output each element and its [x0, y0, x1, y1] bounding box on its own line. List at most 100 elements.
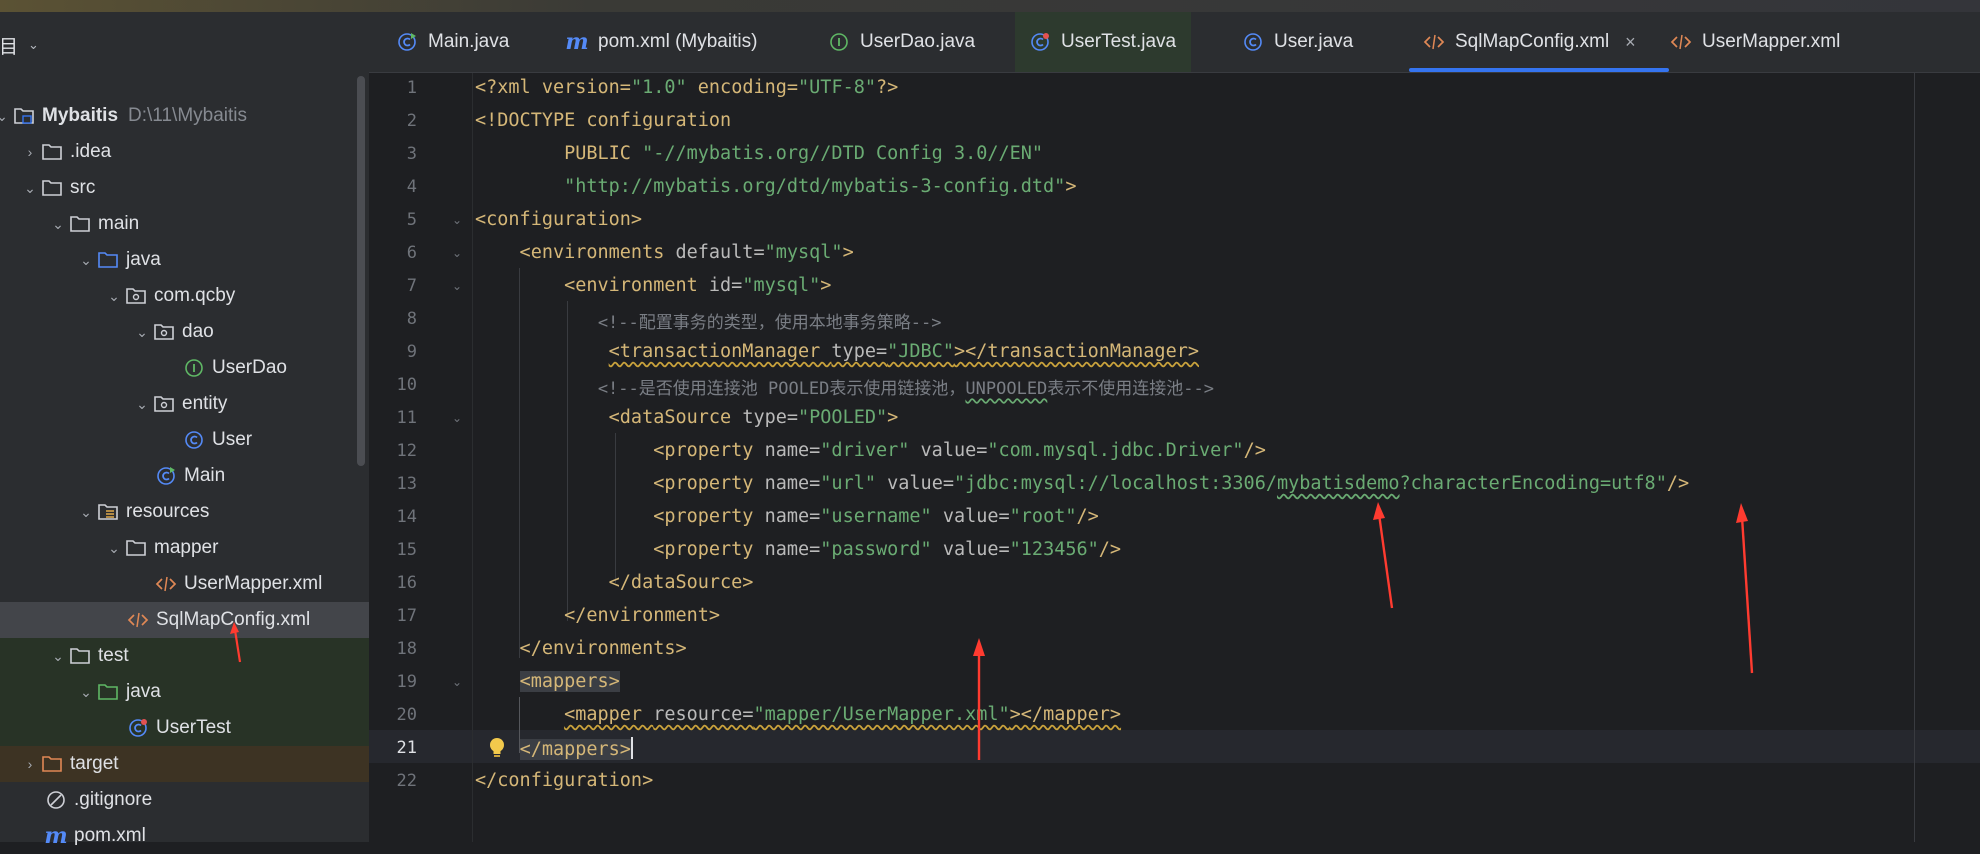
code-token-matched-tag: <mappers> [519, 671, 620, 692]
code-warning-span: <transactionManager type="JDBC"></transa… [609, 341, 1199, 362]
line-number: 10 [396, 375, 417, 395]
chevron-down-icon[interactable]: ⌄ [76, 684, 96, 701]
code-token: value= [876, 473, 954, 494]
xml-file-icon [154, 572, 178, 596]
tree-item-test[interactable]: ⌄ test [0, 638, 417, 674]
code-token: "JDBC" [887, 341, 954, 362]
fold-icon[interactable]: ⌄ [452, 411, 462, 425]
code-token: "POOLED" [798, 407, 888, 428]
code-token: "username" [820, 506, 932, 527]
tree-item-gitignore[interactable]: .gitignore [0, 782, 413, 818]
code-token: "UTF-8" [798, 77, 876, 98]
chevron-down-icon[interactable]: ⌄ [48, 648, 68, 665]
class-icon [182, 428, 206, 452]
code-editor[interactable]: 1 2 3 4 5 6 7 8 9 10 11 12 13 14 15 16 1… [369, 73, 1980, 842]
ignored-file-icon [44, 788, 68, 812]
test-class-icon [126, 716, 150, 740]
tree-item-target[interactable]: › target [0, 746, 389, 782]
project-panel-title: 项目 [0, 36, 19, 58]
fold-icon[interactable]: ⌄ [452, 246, 462, 260]
tab-usermapper-xml[interactable]: UserMapper.xml [1656, 12, 1856, 72]
fold-icon[interactable]: ⌄ [452, 675, 462, 689]
project-panel-header[interactable]: 项目 ⌄ [0, 30, 39, 60]
code-token: <property [475, 506, 765, 527]
tab-main-java[interactable]: Main.java [382, 12, 548, 72]
code-line-2: <!DOCTYPE configuration [475, 110, 731, 131]
code-token: > [842, 242, 854, 263]
lightbulb-icon[interactable] [487, 736, 507, 765]
tree-item-label: target [70, 753, 119, 774]
code-token: "-//mybatis.org//DTD Config 3.0//EN" [642, 143, 1044, 164]
code-line-17: </environment> [475, 605, 720, 626]
chevron-down-icon[interactable]: ⌄ [76, 504, 96, 521]
line-number: 18 [396, 639, 417, 659]
close-icon[interactable]: × [1625, 32, 1636, 53]
chevron-down-icon[interactable]: ⌄ [132, 396, 152, 413]
line-number: 11 [396, 408, 417, 428]
text-cursor [630, 737, 633, 759]
code-token: <configuration> [475, 209, 643, 230]
folder-icon [68, 212, 92, 236]
tab-label: User.java [1274, 31, 1354, 52]
tab-sqlmapconfig-xml[interactable]: SqlMapConfig.xml × [1409, 12, 1669, 72]
chevron-down-icon[interactable]: ⌄ [76, 252, 96, 269]
code-token-typo: mybatisdemo [1276, 473, 1400, 494]
line-number: 15 [396, 540, 417, 560]
chevron-down-icon[interactable]: ⌄ [0, 108, 12, 125]
tab-label: UserTest.java [1061, 31, 1177, 52]
tab-usertest-java[interactable]: UserTest.java [1015, 12, 1191, 72]
code-line-7: <environment id="mysql"> [475, 275, 831, 296]
maven-icon: m [565, 29, 589, 55]
code-token: /> [1243, 440, 1266, 461]
code-token: <!DOCTYPE configuration [475, 110, 732, 131]
tab-userdao-java[interactable]: UserDao.java [814, 12, 1014, 72]
code-token: "jdbc:mysql://localhost:3306/ [953, 473, 1277, 494]
annotation-arrow [973, 638, 985, 760]
tree-item-idea[interactable]: › .idea [0, 134, 389, 170]
code-line-6: <environments default="mysql"> [475, 242, 854, 263]
code-token: "mysql" [742, 275, 821, 296]
interface-icon [182, 356, 206, 380]
tree-item-project-root[interactable]: ⌄ Mybaitis D:\11\Mybaitis [0, 98, 369, 134]
chevron-down-icon[interactable]: ⌄ [104, 288, 124, 305]
chevron-down-icon[interactable]: ⌄ [48, 216, 68, 233]
tab-pom-xml[interactable]: m pom.xml (Mybaitis) [552, 12, 774, 72]
tab-label: UserMapper.xml [1702, 31, 1841, 52]
code-token: > [1065, 176, 1077, 197]
annotation-arrow [1373, 502, 1394, 609]
chevron-down-icon[interactable]: ⌄ [132, 324, 152, 341]
code-token: /> [1666, 473, 1690, 494]
code-token: type= [831, 341, 888, 362]
annotation-arrow [230, 622, 242, 663]
fold-icon[interactable]: ⌄ [452, 279, 462, 293]
module-folder-icon [12, 104, 36, 128]
code-token: default= [675, 242, 765, 263]
tree-item-label: main [98, 213, 140, 234]
code-token: type= [742, 407, 799, 428]
code-comment-typo: UNPOOLED [965, 379, 1048, 399]
code-line-1: <?xml version="1.0" encoding="UTF-8"?> [475, 77, 898, 98]
code-line-18: </environments> [475, 638, 687, 659]
chevron-down-icon[interactable]: ⌄ [28, 37, 39, 53]
class-icon [1242, 31, 1264, 53]
line-number: 22 [396, 771, 417, 791]
tree-item-src[interactable]: ⌄ src [0, 170, 389, 206]
chevron-right-icon[interactable]: › [20, 144, 40, 160]
chevron-down-icon[interactable]: ⌄ [20, 180, 40, 197]
tab-user-java[interactable]: User.java [1228, 12, 1388, 72]
package-icon [152, 392, 176, 416]
tree-item-main[interactable]: ⌄ main [0, 206, 417, 242]
code-comment: 表示不使用连接池--> [1047, 379, 1215, 399]
code-token: </configuration> [475, 770, 654, 791]
code-token: /> [1098, 539, 1122, 560]
line-number: 1 [406, 78, 417, 98]
tree-item-label: .idea [70, 141, 112, 162]
tree-item-label: Main [184, 465, 226, 486]
chevron-down-icon[interactable]: ⌄ [104, 540, 124, 557]
tree-item-pom-xml[interactable]: m pom.xml [0, 818, 413, 854]
fold-icon[interactable]: ⌄ [452, 213, 462, 227]
code-token: <dataSource [475, 407, 743, 428]
chevron-right-icon[interactable]: › [20, 756, 40, 772]
code-token: <?xml version= [475, 77, 631, 98]
